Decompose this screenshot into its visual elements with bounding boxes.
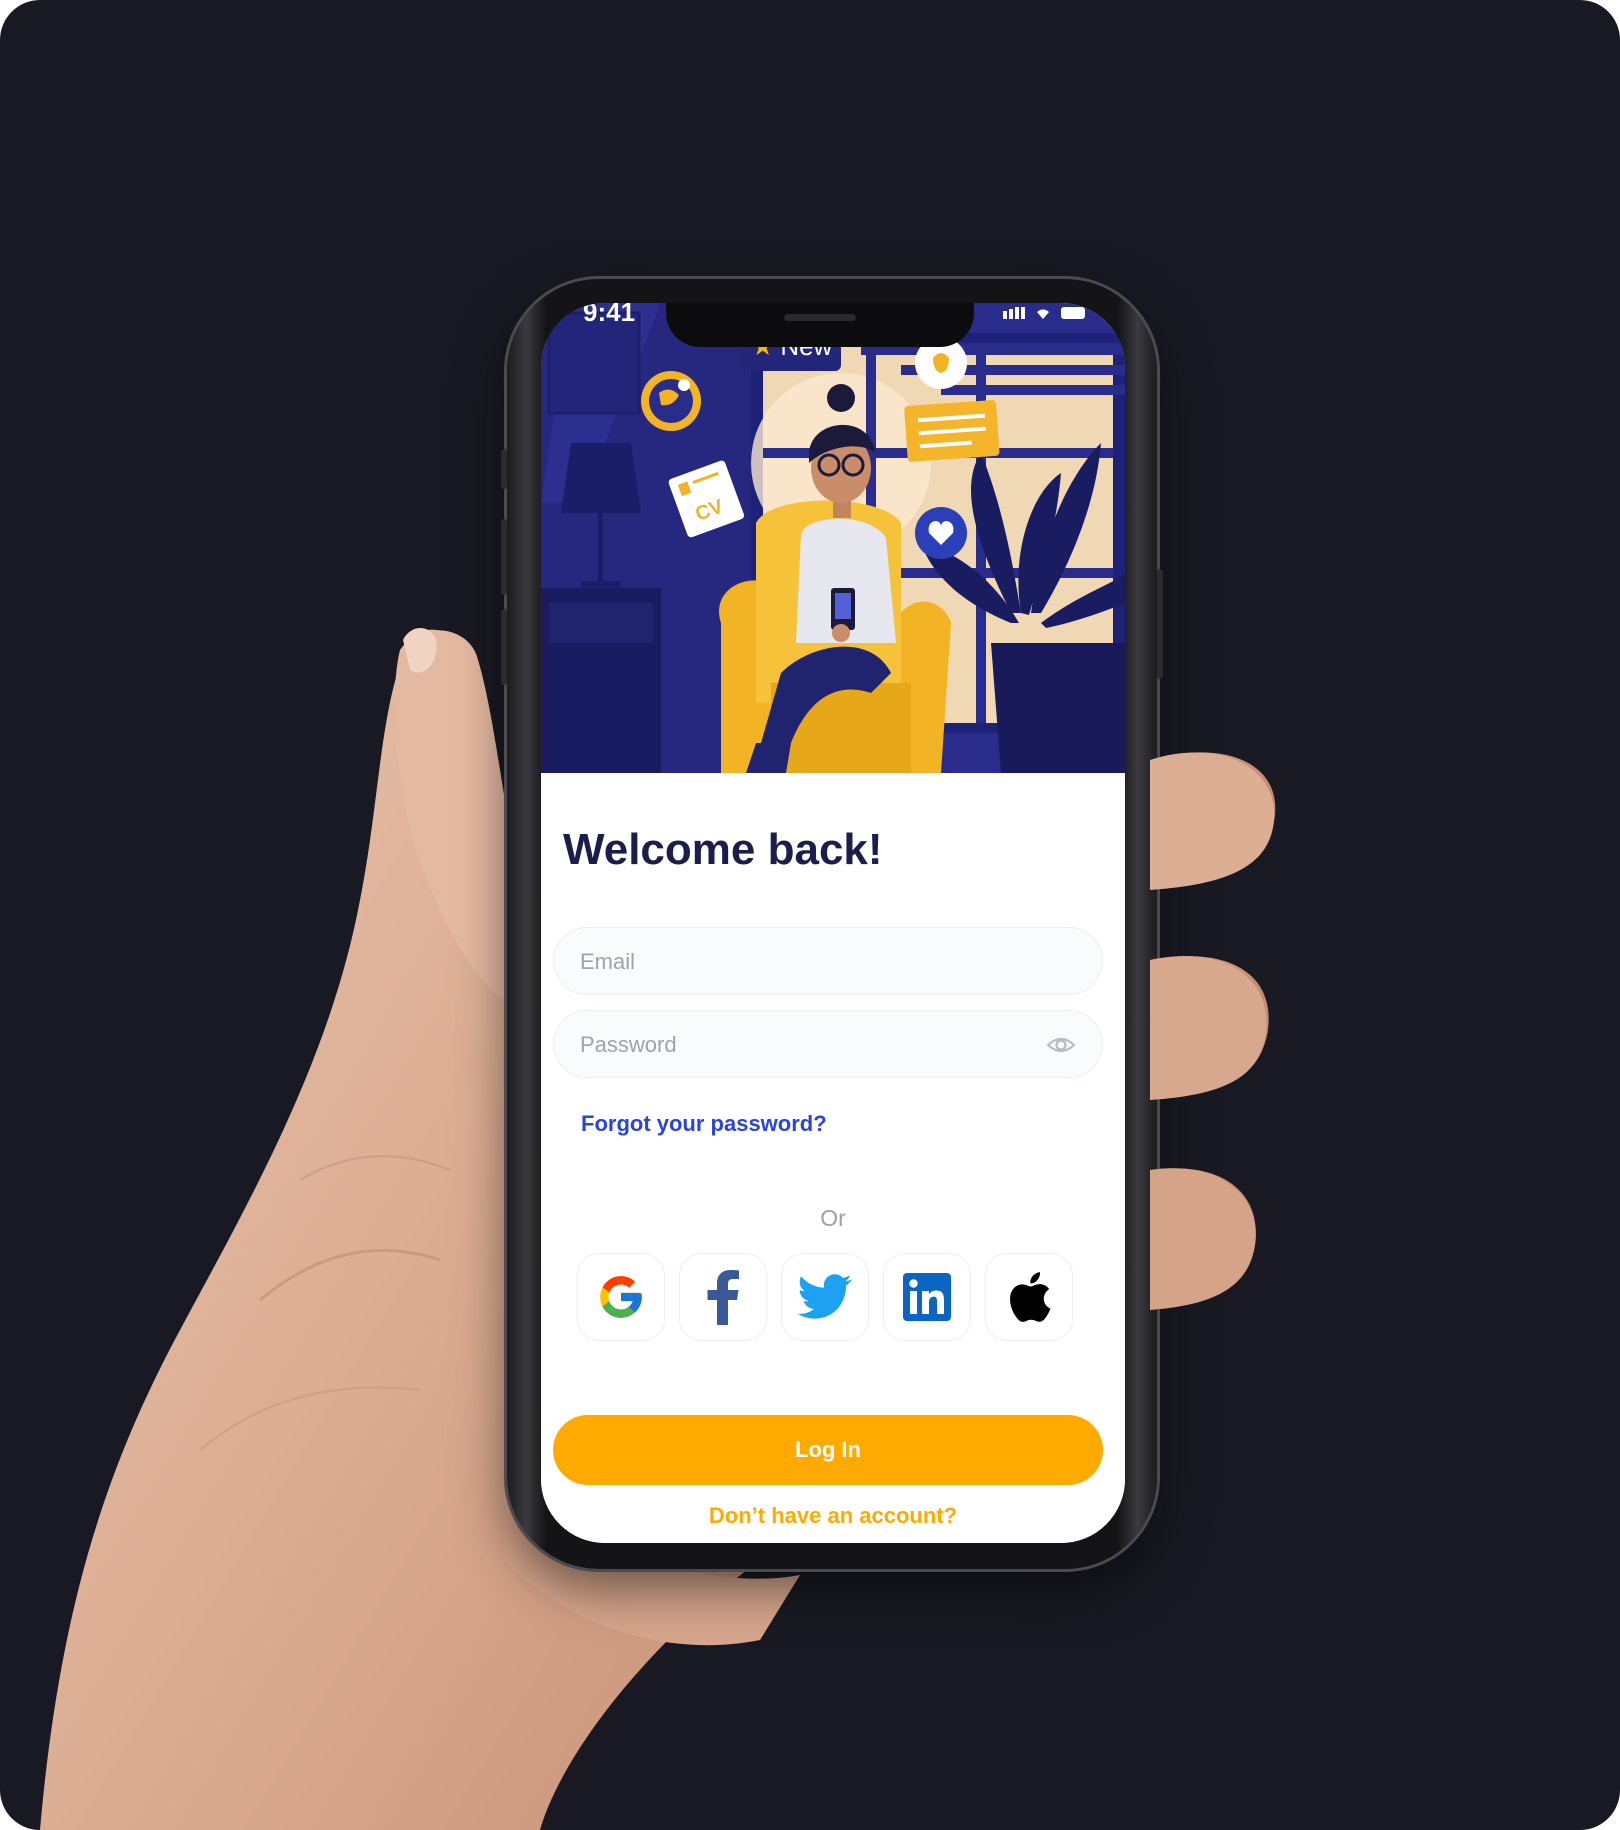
facebook-icon [707, 1270, 739, 1325]
status-indicators [1003, 307, 1085, 319]
header-illustration: CV [541, 303, 1125, 773]
mockup-canvas: 9:41 CV Welcome back! Email Forgot your … [0, 0, 1620, 1830]
wifi-icon [1037, 309, 1049, 319]
password-field[interactable] [578, 1011, 1042, 1079]
twitter-login-button[interactable] [781, 1253, 869, 1341]
google-login-button[interactable] [577, 1253, 665, 1341]
email-field[interactable] [578, 928, 1042, 996]
email-field-container [553, 927, 1103, 996]
facebook-login-button[interactable] [679, 1253, 767, 1341]
apple-login-button[interactable] [985, 1253, 1073, 1341]
hand-fingers-front [1150, 752, 1275, 1310]
page-title: Welcome back! [563, 825, 883, 874]
phone-device: 9:41 CV Welcome back! Email Forgot your … [501, 279, 1163, 1569]
social-login-row [577, 1253, 1073, 1341]
battery-icon [1061, 307, 1085, 319]
volume-up-button [501, 519, 507, 595]
apple-icon [1010, 1272, 1051, 1322]
eye-icon[interactable] [1046, 1033, 1076, 1057]
password-field-container [553, 1010, 1103, 1079]
phone-screen: 9:41 CV Welcome back! Email Forgot your … [541, 303, 1125, 1543]
forgot-password-link[interactable]: Forgot your password? [581, 1111, 827, 1137]
status-time: 9:41 [583, 303, 636, 327]
linkedin-icon [903, 1273, 951, 1321]
speaker [784, 314, 856, 321]
signup-link[interactable]: Don’t have an account? [541, 1503, 1125, 1529]
mute-switch [501, 449, 507, 489]
or-divider-label: Or [820, 1205, 846, 1231]
login-button[interactable]: Log In [553, 1415, 1103, 1485]
google-icon [600, 1276, 642, 1318]
notch [666, 303, 974, 347]
linkedin-login-button[interactable] [883, 1253, 971, 1341]
login-card: Welcome back! Forgot your password? Or [541, 775, 1125, 1543]
twitter-icon [797, 1274, 852, 1319]
power-button [1157, 569, 1163, 679]
signal-icon [1003, 307, 1025, 319]
volume-down-button [501, 609, 507, 685]
